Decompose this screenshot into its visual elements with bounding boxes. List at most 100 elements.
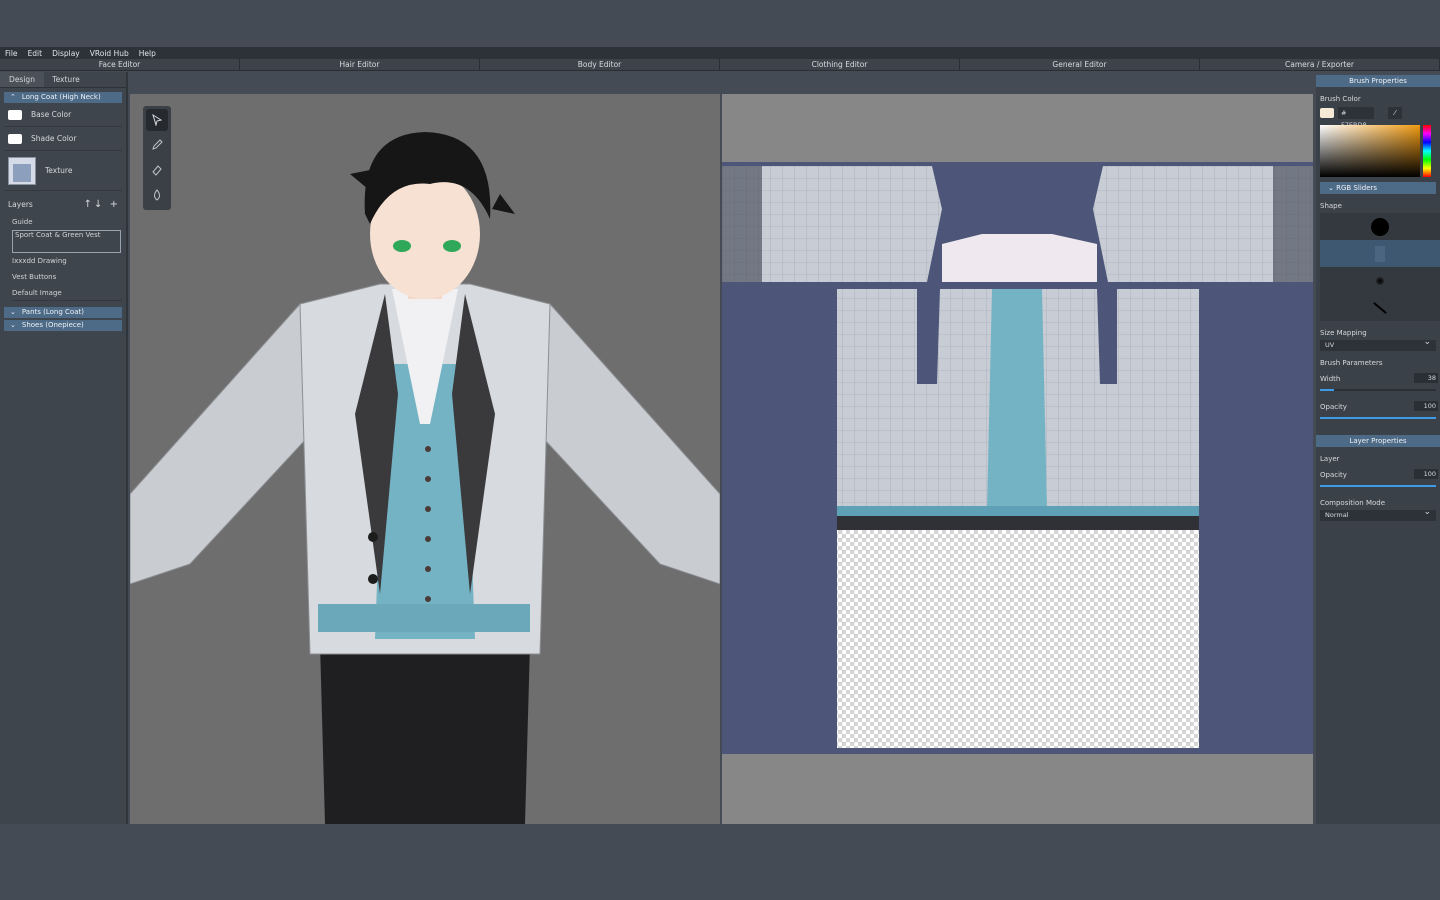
opacity-row: Opacity 100 (1320, 401, 1440, 411)
add-layer-icon[interactable]: + (110, 199, 120, 210)
line-brush-icon (1373, 301, 1387, 314)
hard-brush-icon (1371, 217, 1389, 236)
menu-vroid-hub[interactable]: VRoid Hub (85, 49, 134, 58)
layer-opacity-value-input[interactable]: 100 (1414, 469, 1438, 479)
composition-mode-label: Composition Mode (1320, 499, 1386, 507)
layers-header: Layers ↑↓ + (8, 199, 120, 210)
texture-row[interactable]: Texture (4, 151, 122, 191)
opacity-value-input[interactable]: 100 (1414, 401, 1438, 411)
shade-color-label: Shade Color (31, 134, 77, 143)
layer-drawing[interactable]: Ixxxdd Drawing (12, 253, 122, 269)
rgb-sliders-label: RGB Sliders (1336, 184, 1378, 192)
brush-color-swatch[interactable] (1320, 108, 1334, 118)
soft-brush-icon (1376, 276, 1384, 285)
layer-opacity-slider[interactable] (1320, 485, 1436, 487)
shade-color-row[interactable]: Shade Color (4, 127, 122, 151)
right-panel: Brush Properties Brush Color # F7EBD8 ⁄ … (1316, 75, 1440, 824)
window-top-area (0, 0, 1440, 47)
tab-face-editor[interactable]: Face Editor (0, 59, 240, 70)
menu-display[interactable]: Display (47, 49, 85, 58)
texture-thumbnail[interactable] (8, 156, 36, 185)
eyedropper-icon[interactable]: ⁄ (1388, 107, 1402, 119)
tool-palette (143, 106, 171, 210)
editor-tab-bar: Face Editor Hair Editor Body Editor Clot… (0, 59, 1440, 71)
width-slider[interactable] (1320, 389, 1436, 391)
square-brush-icon (1375, 245, 1385, 262)
tab-hair-editor[interactable]: Hair Editor (240, 59, 480, 70)
layer-properties-header: Layer Properties (1316, 435, 1440, 447)
chevron-down-icon: ⌄ (1328, 184, 1334, 192)
layers-label: Layers (8, 200, 33, 209)
model-viewport[interactable] (130, 94, 720, 824)
layer-guide[interactable]: Guide (12, 214, 122, 230)
hex-input[interactable]: # F7EBD8 (1338, 107, 1374, 129)
width-label: Width (1320, 375, 1341, 383)
brush-shape-line[interactable] (1320, 294, 1440, 321)
cursor-icon (152, 114, 163, 126)
layer-opacity-label: Opacity (1320, 471, 1347, 479)
tab-body-editor[interactable]: Body Editor (480, 59, 720, 70)
uv-texture-image (722, 166, 1313, 748)
menu-bar: File Edit Display VRoid Hub Help (0, 47, 1440, 59)
tab-texture[interactable]: Texture (44, 72, 88, 87)
chevron-down-icon: ⌄ (10, 308, 16, 316)
bottom-area (0, 824, 1440, 900)
droplet-icon (154, 189, 160, 201)
brush-shape-soft[interactable] (1320, 267, 1440, 294)
base-color-row[interactable]: Base Color (4, 103, 122, 127)
section-long-coat[interactable]: ⌃ Long Coat (High Neck) (4, 92, 122, 103)
left-panel: Design Texture ⌃ Long Coat (High Neck) B… (0, 72, 128, 824)
rgb-sliders-section[interactable]: ⌄ RGB Sliders (1320, 182, 1436, 194)
brush-color-row: # F7EBD8 ⁄ (1320, 107, 1436, 129)
width-value-input[interactable]: 38 (1414, 373, 1438, 383)
chevron-down-icon: ⌄ (10, 321, 16, 329)
menu-help[interactable]: Help (134, 49, 161, 58)
size-mapping-label: Size Mapping (1320, 329, 1367, 337)
pen-tool-button[interactable] (146, 134, 168, 156)
eraser-tool-button[interactable] (146, 159, 168, 181)
fill-tool-button[interactable] (146, 184, 168, 206)
opacity-slider[interactable] (1320, 417, 1436, 419)
opacity-label: Opacity (1320, 403, 1347, 411)
move-down-icon[interactable]: ↓ (94, 199, 104, 210)
section-long-coat-label: Long Coat (High Neck) (21, 93, 101, 101)
design-texture-tabs: Design Texture (0, 72, 126, 88)
width-row: Width 38 (1320, 373, 1440, 383)
brush-color-label: Brush Color (1320, 95, 1361, 103)
select-tool-button[interactable] (146, 109, 168, 131)
saturation-value-area[interactable] (1320, 125, 1420, 177)
brush-shape-hard[interactable] (1320, 213, 1440, 240)
layer-opacity-row: Opacity 100 (1320, 469, 1440, 479)
base-color-swatch[interactable] (8, 109, 22, 120)
layer-default-image[interactable]: Default Image (12, 285, 122, 301)
tab-camera-exporter[interactable]: Camera / Exporter (1200, 59, 1440, 70)
move-up-icon[interactable]: ↑ (84, 199, 94, 210)
tab-clothing-editor[interactable]: Clothing Editor (720, 59, 960, 70)
texture-canvas[interactable]: ⇅ (722, 94, 1313, 824)
size-mapping-select[interactable]: UV (1320, 337, 1436, 351)
menu-edit[interactable]: Edit (23, 49, 48, 58)
base-color-label: Base Color (31, 110, 72, 119)
eraser-icon (152, 165, 162, 176)
layer-label: Layer (1320, 455, 1340, 463)
tab-design[interactable]: Design (0, 72, 44, 87)
character-model-image (130, 132, 720, 824)
brush-properties-header: Brush Properties (1316, 75, 1440, 87)
tab-general-editor[interactable]: General Editor (960, 59, 1200, 70)
shade-color-swatch[interactable] (8, 133, 22, 144)
section-pants[interactable]: ⌄ Pants (Long Coat) (4, 307, 122, 318)
hue-strip[interactable] (1423, 125, 1431, 177)
layer-sport-coat[interactable]: Sport Coat & Green Vest (12, 230, 121, 253)
menu-file[interactable]: File (0, 49, 23, 58)
shape-label: Shape (1320, 202, 1342, 210)
color-picker[interactable] (1320, 125, 1436, 177)
section-shoes[interactable]: ⌄ Shoes (Onepiece) (4, 320, 122, 331)
pen-icon (152, 139, 163, 150)
texture-label: Texture (45, 166, 73, 175)
composition-mode-select[interactable]: Normal (1320, 507, 1436, 521)
section-pants-label: Pants (Long Coat) (21, 308, 84, 316)
brush-shape-selected[interactable] (1320, 240, 1440, 267)
layer-vest-buttons[interactable]: Vest Buttons (12, 269, 122, 285)
chevron-up-icon: ⌃ (10, 93, 16, 101)
section-shoes-label: Shoes (Onepiece) (21, 321, 84, 329)
